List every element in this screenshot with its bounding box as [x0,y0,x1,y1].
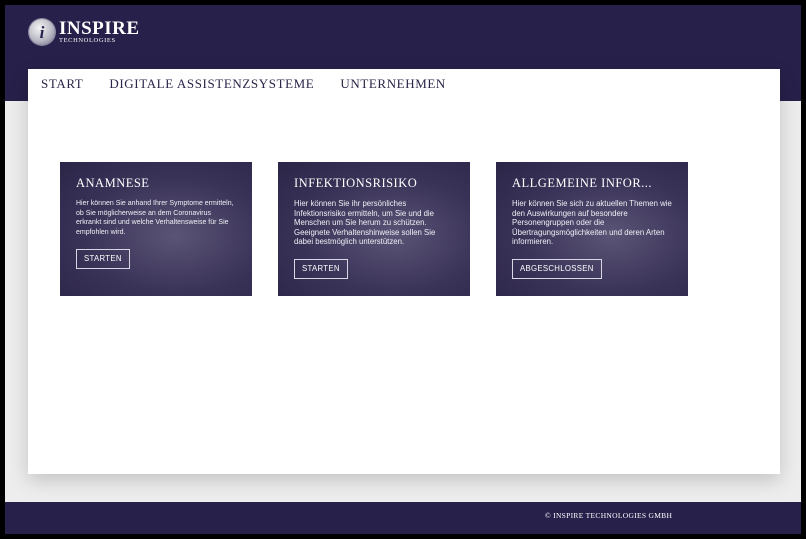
card-completed-button[interactable]: ABGESCHLOSSEN [512,258,602,279]
browser-viewport: i INSPIRE TECHNOLOGIES START DIGITALE AS… [5,5,801,534]
logo-text: INSPIRE TECHNOLOGIES [59,17,140,45]
card-start-button[interactable]: STARTEN [294,258,348,279]
card-title: ALLGEMEINE INFOR... [512,176,653,190]
logo[interactable]: i INSPIRE TECHNOLOGIES [29,17,140,47]
card-anamnese: ANAMNESE Hier können Sie anhand Ihrer Sy… [60,162,252,296]
logo-mark-letter: i [39,22,45,42]
card-infektionsrisiko: INFEKTIONSRISIKO Hier können Sie ihr per… [278,162,470,296]
logo-mark-icon: i [29,19,55,45]
main-nav: START DIGITALE ASSISTENZSYSTEME UNTERNEH… [41,73,472,97]
nav-item-unternehmen[interactable]: UNTERNEHMEN [340,73,446,97]
card-start-button[interactable]: STARTEN [76,249,130,269]
card-title: ANAMNESE [76,176,150,190]
logo-name: INSPIRE [59,17,140,39]
footer-copyright: © INSPIRE TECHNOLOGIES GMBH [545,511,673,520]
card-text: Hier können Sie ihr persönliches Infekti… [294,199,436,247]
main-content: START DIGITALE ASSISTENZSYSTEME UNTERNEH… [28,69,780,474]
card-allgemeine-informationen: ALLGEMEINE INFOR... Hier können Sie sich… [496,162,688,296]
card-text: Hier können Sie sich zu aktuellen Themen… [512,199,672,247]
nav-item-start[interactable]: START [41,73,83,97]
nav-item-digitale-assistenzsysteme[interactable]: DIGITALE ASSISTENZSYSTEME [109,73,314,97]
card-text: Hier können Sie anhand Ihrer Symptome er… [76,200,234,236]
card-title: INFEKTIONSRISIKO [294,176,418,190]
site-footer: © INSPIRE TECHNOLOGIES GMBH [5,502,801,534]
